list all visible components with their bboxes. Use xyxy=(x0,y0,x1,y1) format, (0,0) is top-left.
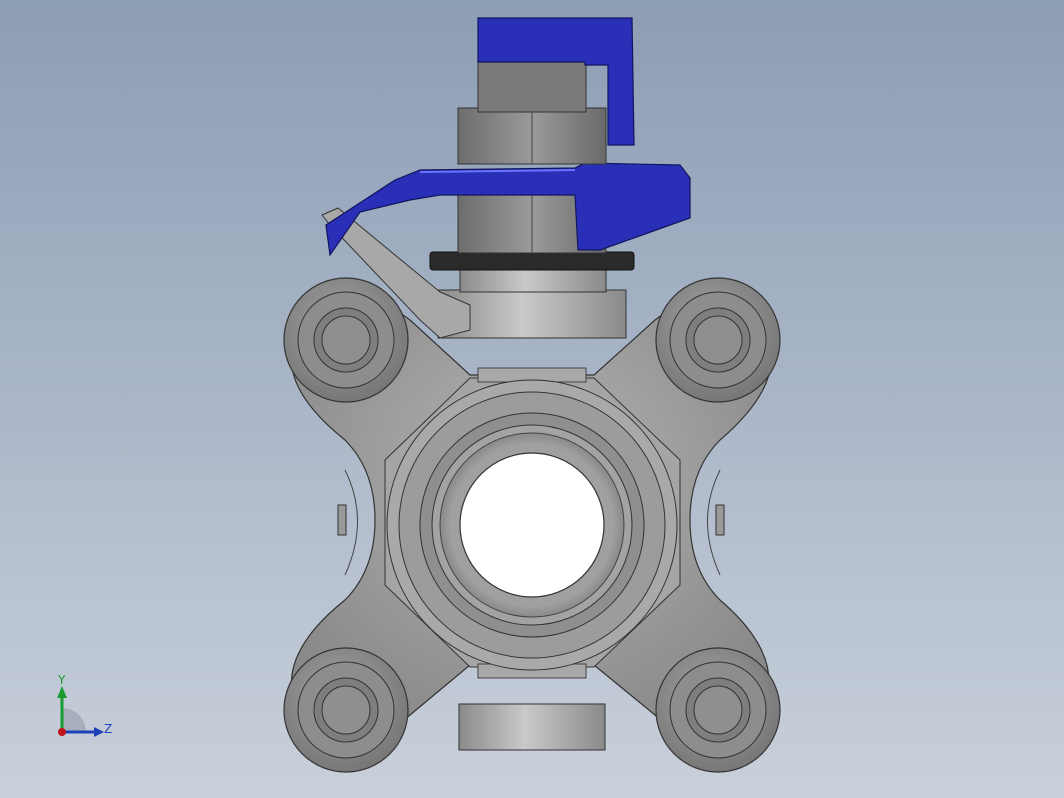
y-axis-arrow xyxy=(57,686,67,698)
graphics-viewport[interactable]: Y Z xyxy=(0,0,1064,798)
x-axis-origin xyxy=(58,728,66,736)
bottom-stub xyxy=(458,703,606,751)
valve-model[interactable] xyxy=(0,0,1064,798)
side-tab-right xyxy=(715,504,725,536)
side-tab-left xyxy=(337,504,347,536)
y-axis-label: Y xyxy=(57,673,66,687)
bolt-bottom-right xyxy=(655,647,781,773)
bolt-top-left xyxy=(283,277,409,403)
bonnet-top xyxy=(459,267,607,293)
bore-hole xyxy=(459,452,605,598)
stem-nut-upper xyxy=(457,107,607,165)
body-side-left xyxy=(344,469,358,576)
z-axis-label: Z xyxy=(104,722,112,736)
coordinate-triad: Y Z xyxy=(57,673,112,737)
bolt-top-right xyxy=(655,277,781,403)
z-axis-arrow xyxy=(94,727,104,737)
stem-top xyxy=(477,61,587,113)
triad-sector xyxy=(62,708,86,732)
washer xyxy=(429,251,635,271)
bolt-bottom-left xyxy=(283,647,409,773)
